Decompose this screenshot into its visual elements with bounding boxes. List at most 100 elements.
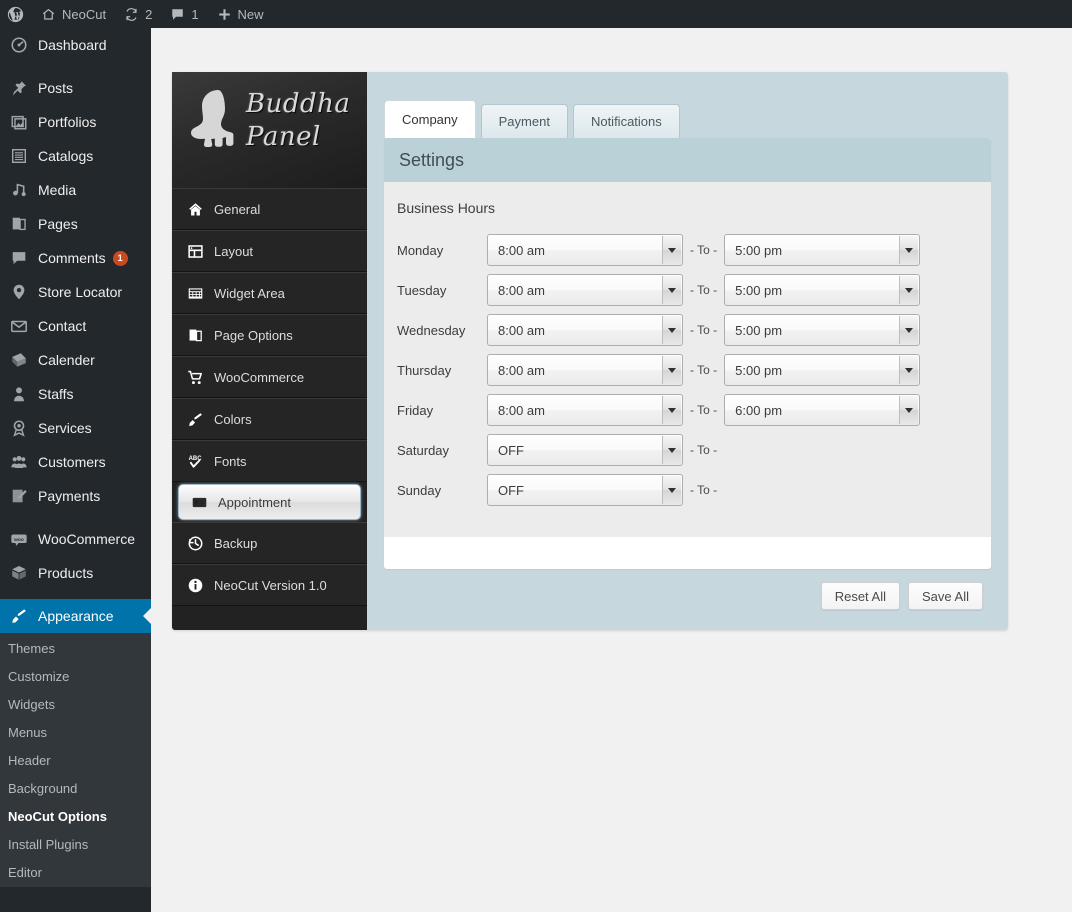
comments-button[interactable]: 1 — [161, 0, 207, 28]
sidebar-item-woocommerce[interactable]: woo WooCommerce — [0, 522, 151, 556]
submenu-item-editor[interactable]: Editor — [0, 859, 151, 887]
chevron-down-icon[interactable] — [662, 476, 681, 504]
reset-all-button[interactable]: Reset All — [820, 582, 901, 610]
updates-count: 2 — [145, 6, 153, 22]
sidebar-item-contact[interactable]: Contact — [0, 309, 151, 343]
open-time-select[interactable]: 8:00 am — [487, 354, 683, 386]
chevron-down-icon[interactable] — [899, 316, 919, 344]
panel-nav-layout[interactable]: Layout — [172, 230, 367, 272]
sidebar-item-catalogs[interactable]: Catalogs — [0, 139, 151, 173]
sidebar-item-label: Contact — [38, 318, 87, 334]
panel-nav-woocommerce[interactable]: WooCommerce — [172, 356, 367, 398]
chevron-down-icon[interactable] — [899, 396, 919, 424]
chevron-down-icon[interactable] — [899, 276, 919, 304]
save-all-button[interactable]: Save All — [908, 582, 983, 610]
sidebar-item-label: WooCommerce — [38, 531, 135, 547]
settings-footer: Reset All Save All — [384, 569, 991, 623]
close-time-select[interactable]: 5:00 pm — [724, 234, 921, 266]
buddha-face-icon — [188, 86, 242, 178]
business-hours-row: Wednesday 8:00 am - To - 5:00 pm — [384, 310, 991, 350]
open-time-select[interactable]: OFF — [487, 474, 683, 506]
submenu-item-background[interactable]: Background — [0, 775, 151, 803]
site-name-label: NeoCut — [62, 6, 107, 22]
chevron-down-icon[interactable] — [662, 356, 681, 384]
panel-logo-line2: Panel — [246, 122, 321, 152]
sidebar-item-customers[interactable]: Customers — [0, 445, 151, 479]
settings-tabs: Company Payment Notifications — [384, 100, 680, 138]
buddha-panel-logo: Buddha Panel — [172, 72, 367, 188]
close-time-select[interactable]: 6:00 pm — [724, 394, 921, 426]
sidebar-item-media[interactable]: Media — [0, 173, 151, 207]
wordpress-logo-icon — [7, 6, 24, 23]
close-time-select[interactable]: 5:00 pm — [724, 314, 921, 346]
award-icon — [9, 418, 29, 438]
panel-nav-appointment[interactable]: Appointment — [178, 484, 361, 520]
site-name-button[interactable]: NeoCut — [32, 0, 115, 28]
submenu-item-widgets[interactable]: Widgets — [0, 691, 151, 719]
open-time-select[interactable]: 8:00 am — [487, 314, 683, 346]
sidebar-item-label: Portfolios — [38, 114, 97, 130]
open-time-select[interactable]: 8:00 am — [487, 394, 683, 426]
tab-notifications[interactable]: Notifications — [572, 104, 680, 138]
close-time-select[interactable]: 5:00 pm — [724, 354, 921, 386]
sidebar-item-label: Services — [38, 420, 92, 436]
sidebar-item-services[interactable]: Services — [0, 411, 151, 445]
sidebar-item-products[interactable]: Products — [0, 556, 151, 590]
sidebar-item-staffs[interactable]: Staffs — [0, 377, 151, 411]
panel-nav-label: Fonts — [214, 453, 247, 469]
open-time-select[interactable]: 8:00 am — [487, 234, 683, 266]
sidebar-item-portfolios[interactable]: Portfolios — [0, 105, 151, 139]
chevron-down-icon[interactable] — [662, 236, 681, 264]
sidebar-item-store-locator[interactable]: Store Locator — [0, 275, 151, 309]
to-separator-label: - To - — [690, 483, 718, 497]
panel-nav-neocut-version-1-0[interactable]: NeoCut Version 1.0 — [172, 564, 367, 606]
sidebar-item-label: Posts — [38, 80, 74, 96]
sidebar-item-posts[interactable]: Posts — [0, 71, 151, 105]
business-hours-row: Monday 8:00 am - To - 5:00 pm — [384, 230, 991, 270]
calendar-icon — [9, 350, 29, 370]
sidebar-item-label: Calender — [38, 352, 95, 368]
submenu-item-customize[interactable]: Customize — [0, 663, 151, 691]
close-time-select[interactable]: 5:00 pm — [724, 274, 921, 306]
chevron-down-icon[interactable] — [662, 396, 681, 424]
chevron-down-icon[interactable] — [662, 316, 681, 344]
chevron-down-icon[interactable] — [662, 436, 681, 464]
tab-payment[interactable]: Payment — [480, 104, 568, 138]
admin-sidebar-menu: Dashboard Posts Portfolios Catalogs Media Pag… — [0, 28, 151, 912]
media-icon — [9, 180, 29, 200]
panel-logo-line1: Buddha — [246, 89, 351, 119]
submenu-item-install-plugins[interactable]: Install Plugins — [0, 831, 151, 859]
panel-nav-page-options[interactable]: Page Options — [172, 314, 367, 356]
open-time-select[interactable]: 8:00 am — [487, 274, 683, 306]
wordpress-logo-button[interactable] — [0, 0, 32, 28]
sidebar-item-label: Media — [38, 182, 77, 198]
panel-nav-fonts[interactable]: ABC Fonts — [172, 440, 367, 482]
chevron-down-icon[interactable] — [899, 356, 919, 384]
updates-button[interactable]: 2 — [115, 0, 161, 28]
panel-nav-backup[interactable]: Backup — [172, 522, 367, 564]
sidebar-item-payments[interactable]: Payments — [0, 479, 151, 513]
tab-company[interactable]: Company — [384, 100, 476, 138]
sidebar-item-calender[interactable]: Calender — [0, 343, 151, 377]
svg-text:ABC: ABC — [188, 456, 202, 462]
sidebar-item-pages[interactable]: Pages — [0, 207, 151, 241]
open-time-select[interactable]: OFF — [487, 434, 683, 466]
sidebar-item-dashboard[interactable]: Dashboard — [0, 28, 151, 62]
open-time-value: 8:00 am — [498, 242, 545, 258]
panel-nav-general[interactable]: General — [172, 188, 367, 230]
chevron-down-icon[interactable] — [899, 236, 919, 264]
sidebar-item-comments[interactable]: Comments 1 — [0, 241, 151, 275]
panel-nav-widget-area[interactable]: Widget Area — [172, 272, 367, 314]
submenu-item-menus[interactable]: Menus — [0, 719, 151, 747]
chevron-down-icon[interactable] — [662, 276, 681, 304]
home-icon — [41, 7, 56, 22]
woo-icon: woo — [9, 529, 29, 549]
sidebar-item-appearance[interactable]: Appearance — [0, 599, 151, 633]
panel-nav-colors[interactable]: Colors — [172, 398, 367, 440]
submenu-item-header[interactable]: Header — [0, 747, 151, 775]
new-content-button[interactable]: New — [208, 0, 273, 28]
submenu-item-neocut-options[interactable]: NeoCut Options — [0, 803, 151, 831]
submenu-item-themes[interactable]: Themes — [0, 635, 151, 663]
to-separator-label: - To - — [690, 323, 718, 337]
panel-nav-label: Backup — [214, 535, 258, 551]
